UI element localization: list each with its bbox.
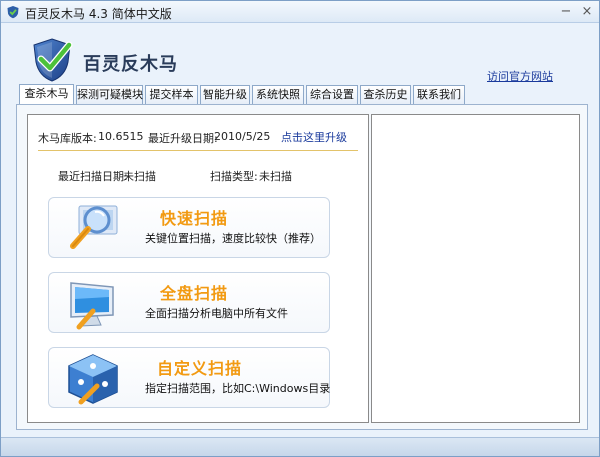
tab-content: 木马库版本: 10.6515 最近升级日期: 2010/5/25 点击这里升级 …	[16, 104, 588, 430]
monitor-icon	[70, 282, 114, 330]
quick-scan-desc: 关键位置扫描，速度比较快（推荐）	[145, 232, 321, 245]
tab-settings[interactable]: 综合设置	[306, 85, 358, 104]
full-scan-desc: 全面扫描分析电脑中所有文件	[145, 307, 288, 320]
last-update-label: 最近升级日期:	[148, 132, 218, 145]
last-update-value: 2010/5/25	[214, 130, 271, 143]
tab-label: 综合设置	[310, 88, 354, 101]
custom-scan-title: 自定义扫描	[157, 359, 243, 378]
tab-label: 联系我们	[417, 88, 461, 101]
shield-app-icon	[7, 6, 19, 19]
quick-scan-title: 快速扫描	[160, 209, 229, 228]
results-panel	[371, 114, 580, 423]
scan-type-value: 未扫描	[259, 170, 292, 183]
title-bar[interactable]: 百灵反木马 4.3 简体中文版 − ×	[1, 1, 599, 23]
shield-check-icon	[33, 38, 73, 82]
main-window: 百灵反木马 4.3 简体中文版 − × 百灵反木马 访问官方网站 查杀木马 探测…	[0, 0, 600, 457]
last-scan-value: 未扫描	[123, 170, 156, 183]
full-scan-button[interactable]: 全盘扫描 全面扫描分析电脑中所有文件	[48, 272, 330, 333]
tab-label: 查杀木马	[24, 87, 69, 100]
custom-scan-desc: 指定扫描范围，比如C:\Windows目录	[145, 382, 331, 395]
brand-title: 百灵反木马	[83, 54, 178, 75]
tab-label: 智能升级	[203, 88, 247, 101]
header: 百灵反木马 访问官方网站	[1, 23, 599, 85]
status-bar	[1, 437, 599, 456]
tab-label: 探测可疑模块	[77, 88, 143, 101]
magnifier-icon	[70, 205, 118, 249]
divider	[38, 150, 358, 151]
tab-submit-sample[interactable]: 提交样本	[145, 85, 198, 104]
tab-scan-history[interactable]: 查杀历史	[360, 85, 411, 104]
window-title: 百灵反木马 4.3 简体中文版	[25, 7, 172, 21]
scan-type-label: 扫描类型:	[210, 170, 258, 183]
quick-scan-button[interactable]: 快速扫描 关键位置扫描，速度比较快（推荐）	[48, 197, 330, 258]
minimize-button[interactable]: −	[558, 4, 574, 20]
tab-label: 提交样本	[149, 88, 194, 101]
tab-label: 查杀历史	[363, 88, 408, 101]
tab-scan-trojan[interactable]: 查杀木马	[19, 84, 74, 105]
tab-smart-upgrade[interactable]: 智能升级	[200, 85, 250, 104]
tab-label: 系统快照	[256, 88, 300, 101]
scan-panel: 木马库版本: 10.6515 最近升级日期: 2010/5/25 点击这里升级 …	[27, 114, 369, 423]
close-button[interactable]: ×	[579, 4, 595, 20]
last-scan-label: 最近扫描日期:	[58, 170, 128, 183]
full-scan-title: 全盘扫描	[160, 284, 229, 303]
tab-contact-us[interactable]: 联系我们	[413, 85, 465, 104]
tab-detect-modules[interactable]: 探测可疑模块	[76, 85, 143, 104]
db-version-label: 木马库版本:	[38, 132, 97, 145]
upgrade-link[interactable]: 点击这里升级	[281, 129, 347, 145]
custom-scan-button[interactable]: 自定义扫描 指定扫描范围，比如C:\Windows目录	[48, 347, 330, 408]
db-version-value: 10.6515	[98, 130, 144, 143]
tab-system-snapshot[interactable]: 系统快照	[252, 85, 304, 104]
official-site-link[interactable]: 访问官方网站	[487, 68, 553, 84]
custom-cube-icon	[68, 354, 118, 405]
